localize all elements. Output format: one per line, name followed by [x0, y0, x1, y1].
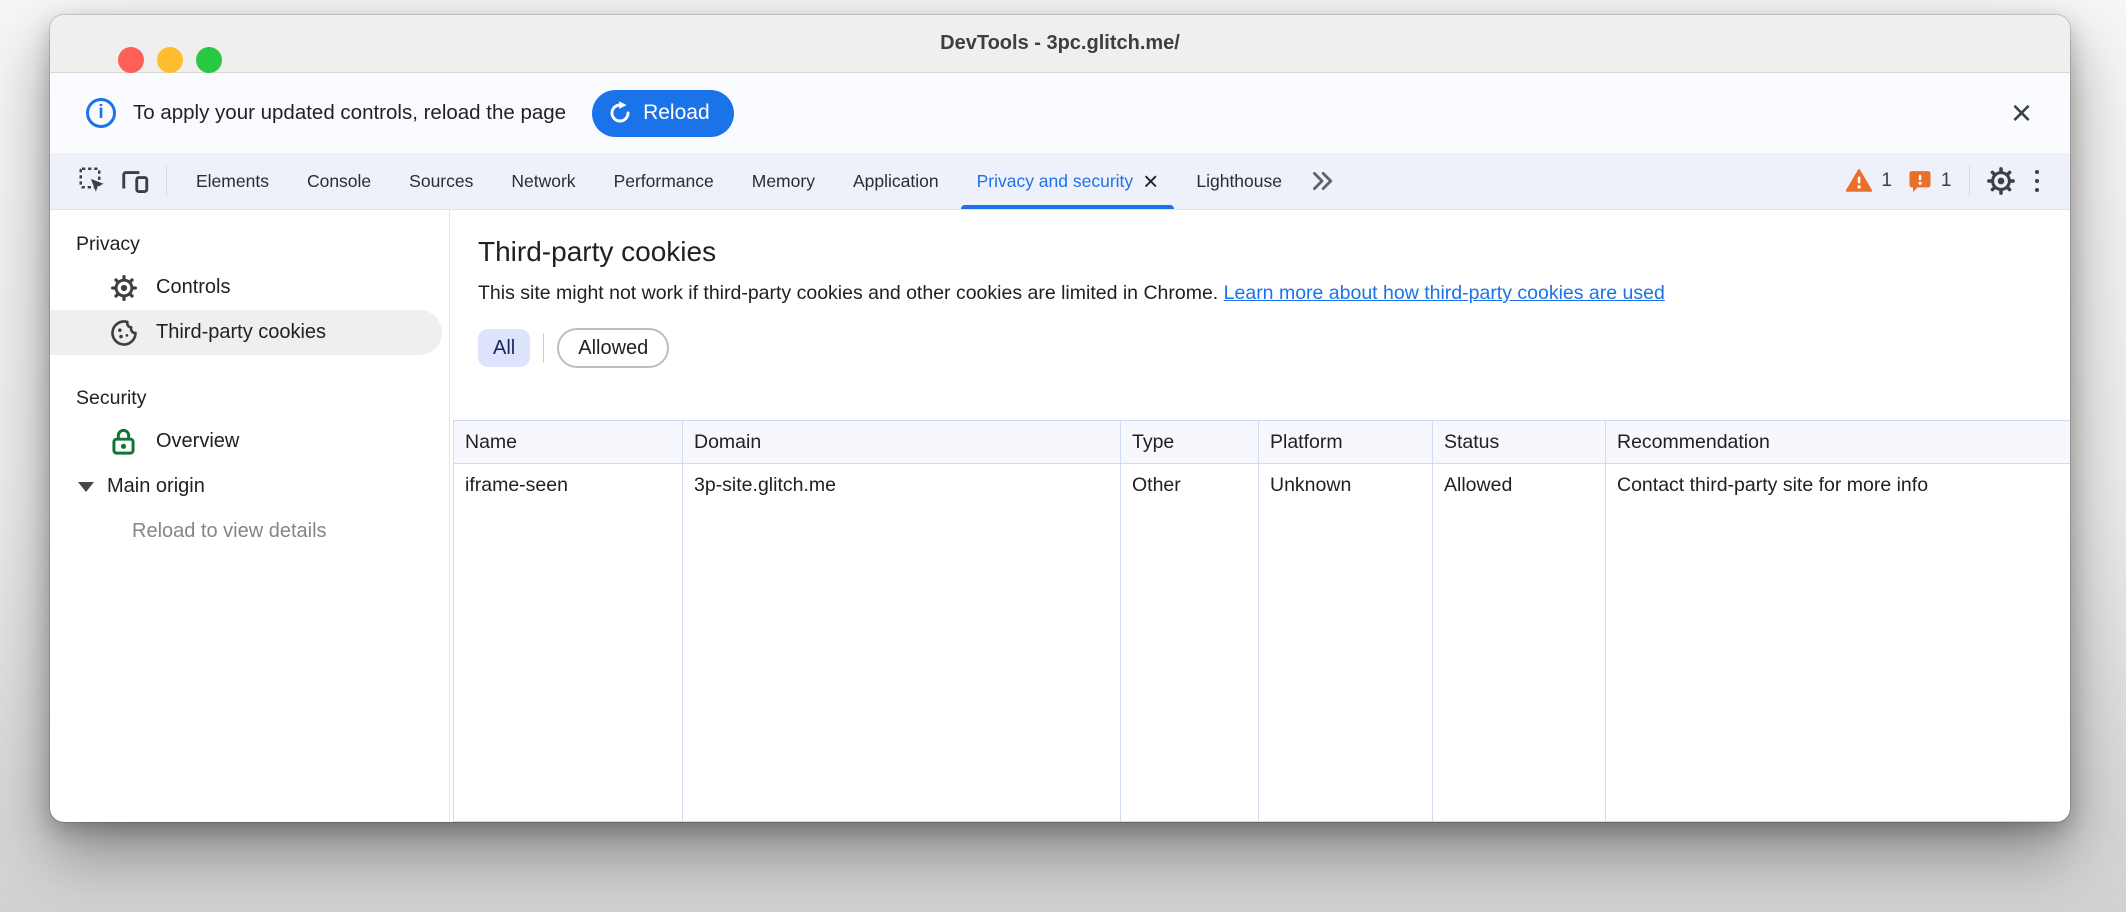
table-header-row: Name Domain Type Platform Status Recomme… [454, 421, 2071, 464]
warning-triangle-icon [1844, 166, 1874, 196]
cell-domain[interactable]: 3p-site.glitch.me [683, 464, 1121, 822]
devtools-toolbar: Elements Console Sources Network Perform… [50, 153, 2070, 210]
reload-icon [607, 100, 633, 126]
tab-privacy-and-security[interactable]: Privacy and security × [958, 153, 1178, 209]
sidebar-section-security: Security [50, 377, 449, 419]
window-title: DevTools - 3pc.glitch.me/ [940, 32, 1180, 55]
tab-sources[interactable]: Sources [390, 153, 492, 209]
lock-icon [108, 426, 139, 457]
cell-status[interactable]: Allowed [1433, 464, 1606, 822]
window-controls [118, 47, 222, 73]
sidebar-section-privacy: Privacy [50, 223, 449, 265]
reload-infobar: i To apply your updated controls, reload… [50, 73, 2070, 153]
learn-more-link[interactable]: Learn more about how third-party cookies… [1224, 282, 1665, 304]
toolbar-divider [166, 166, 167, 196]
inspect-cursor-icon [78, 166, 108, 196]
filter-chip-all[interactable]: All [478, 329, 530, 367]
more-tabs-icon [1308, 167, 1336, 195]
infobar-message: To apply your updated controls, reload t… [133, 101, 566, 125]
reload-button[interactable]: Reload [592, 90, 734, 137]
sidebar-item-label: Controls [156, 276, 230, 299]
panel-content: Privacy [50, 210, 2070, 822]
reload-to-view-note: Reload to view details [50, 509, 449, 554]
issues-badge[interactable]: 1 [1906, 167, 1952, 195]
warning-count: 1 [1881, 170, 1892, 192]
toggle-device-toolbar-button[interactable] [114, 153, 156, 209]
tab-elements[interactable]: Elements [177, 153, 288, 209]
warnings-badge[interactable]: 1 [1844, 166, 1892, 196]
infobar-close-icon[interactable]: × [2011, 95, 2032, 131]
device-toolbar-icon [120, 166, 150, 196]
devtools-window: DevTools - 3pc.glitch.me/ i To apply you… [50, 15, 2070, 822]
sidebar-item-label: Overview [156, 430, 239, 453]
info-icon: i [86, 98, 116, 128]
sidebar-item-overview[interactable]: Overview [50, 419, 449, 464]
minimize-window-button[interactable] [157, 47, 183, 73]
sidebar-item-controls[interactable]: Controls [50, 265, 449, 310]
close-tab-icon[interactable]: × [1143, 168, 1158, 194]
inspect-element-button[interactable] [72, 153, 114, 209]
column-header-type[interactable]: Type [1121, 421, 1259, 464]
cell-platform[interactable]: Unknown [1259, 464, 1433, 822]
column-header-status[interactable]: Status [1433, 421, 1606, 464]
cell-name[interactable]: iframe-seen [454, 464, 683, 822]
issue-count: 1 [1941, 170, 1952, 192]
third-party-cookies-panel: Third-party cookies This site might not … [450, 210, 2070, 822]
column-header-name[interactable]: Name [454, 421, 683, 464]
tab-memory[interactable]: Memory [733, 153, 834, 209]
page-description: This site might not work if third-party … [478, 282, 2070, 305]
chip-divider [543, 333, 544, 363]
sidebar-item-label: Main origin [107, 475, 205, 498]
settings-button[interactable] [1980, 165, 2022, 197]
filter-chip-allowed[interactable]: Allowed [557, 328, 669, 368]
tab-lighthouse[interactable]: Lighthouse [1177, 153, 1301, 209]
cell-recommendation[interactable]: Contact third-party site for more info [1606, 464, 2071, 822]
tab-performance[interactable]: Performance [595, 153, 733, 209]
sidebar-item-main-origin[interactable]: Main origin [50, 464, 449, 509]
panel-tabs: Elements Console Sources Network Perform… [177, 153, 1301, 209]
customize-devtools-button[interactable] [2022, 170, 2053, 193]
maximize-window-button[interactable] [196, 47, 222, 73]
privacy-security-sidebar: Privacy [50, 210, 450, 822]
issues-bubble-icon [1906, 167, 1934, 195]
page-title: Third-party cookies [478, 236, 2070, 268]
sidebar-item-label: Third-party cookies [156, 321, 326, 344]
close-window-button[interactable] [118, 47, 144, 73]
column-header-platform[interactable]: Platform [1259, 421, 1433, 464]
tab-application[interactable]: Application [834, 153, 958, 209]
cell-type[interactable]: Other [1121, 464, 1259, 822]
more-tabs-button[interactable] [1301, 153, 1343, 209]
tab-network[interactable]: Network [492, 153, 594, 209]
sidebar-item-third-party-cookies[interactable]: Third-party cookies [50, 310, 442, 355]
toolbar-divider [1969, 166, 1970, 196]
gear-icon [108, 272, 139, 303]
table-row[interactable]: iframe-seen 3p-site.glitch.me Other Unkn… [454, 464, 2071, 822]
cookie-icon [108, 317, 139, 348]
column-header-recommendation[interactable]: Recommendation [1606, 421, 2071, 464]
reload-button-label: Reload [643, 101, 710, 125]
toolbar-right-controls: 1 1 [1837, 153, 2070, 209]
cookies-table: Name Domain Type Platform Status Recomme… [453, 420, 2070, 822]
triangle-down-icon [78, 482, 94, 492]
filter-chips: All Allowed [478, 328, 2070, 368]
tab-console[interactable]: Console [288, 153, 390, 209]
gear-icon [1985, 165, 2017, 197]
title-bar: DevTools - 3pc.glitch.me/ [50, 15, 2070, 73]
column-header-domain[interactable]: Domain [683, 421, 1121, 464]
sidebar-gap [50, 355, 449, 377]
